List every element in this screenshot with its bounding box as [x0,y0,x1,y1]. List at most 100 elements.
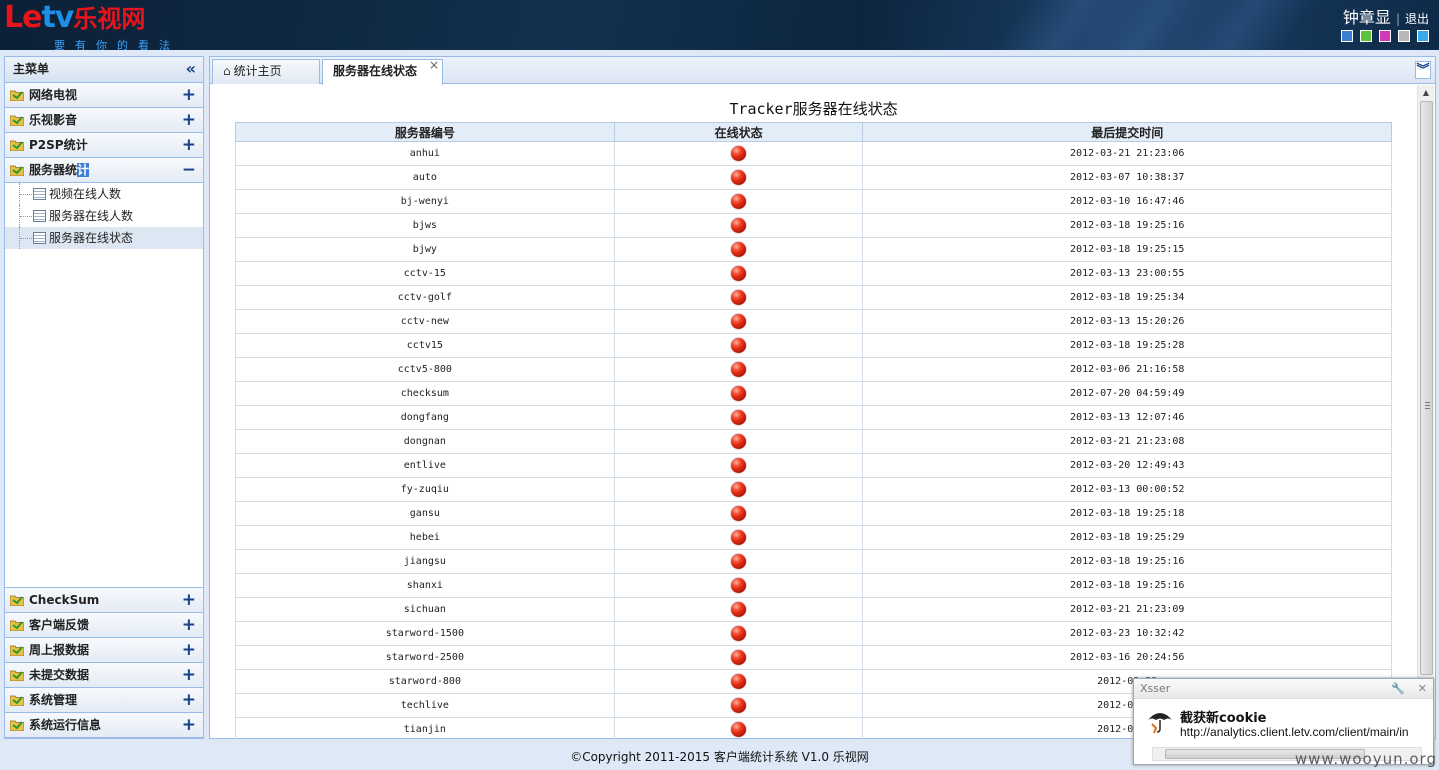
menu-group-server-stats[interactable]: 服务器统计 − [5,158,203,183]
theme-swatch[interactable] [1341,30,1353,42]
last-submit-time: 2012-03-10 16:47:46 [862,189,1392,214]
last-submit-time: 2012-03-18 19:25:29 [862,525,1392,550]
sidebar-sub-item[interactable]: 视频在线人数 [5,183,203,205]
expand-icon[interactable]: + [182,108,196,132]
sidebar-sub-item[interactable]: 服务器在线人数 [5,205,203,227]
app-header: Letv乐视网 要有你的看法 钟章显 | 退出 [0,0,1439,50]
expand-icon[interactable]: + [182,663,196,687]
menu-group[interactable]: 周上报数据 + [5,638,203,663]
last-submit-time: 2012-03-18 19:25:15 [862,237,1392,262]
status-cell [613,237,864,262]
menu-group[interactable]: 未提交数据 + [5,663,203,688]
popup-app-name: Xsser [1140,682,1171,695]
server-id: starword-1500 [235,621,615,646]
tab-home[interactable]: ⌂ 统计主页 [212,59,320,84]
expand-icon[interactable]: + [182,588,196,612]
server-id: gansu [235,501,615,526]
close-tab-icon[interactable]: × [429,54,439,76]
home-icon: ⌂ [223,64,231,78]
server-id: bjwy [235,237,615,262]
logout-link[interactable]: 退出 [1405,12,1429,26]
server-status-table: 服务器编号 在线状态 最后提交时间 anhui 2012-03-21 21:23:06… [235,122,1392,739]
last-submit-time: 2012-03-21 21:23:09 [862,597,1392,622]
menu-group[interactable]: 系统运行信息 + [5,713,203,738]
expand-icon[interactable]: + [182,713,196,737]
status-red-icon [731,386,747,401]
folder-icon [10,115,24,126]
status-cell [613,717,864,739]
expand-icon[interactable]: + [182,133,196,157]
close-icon[interactable]: ✕ [1418,679,1427,699]
server-id: starword-2500 [235,645,615,670]
table-row: starword-2500 2012-03-16 20:24:56 [235,645,1392,670]
scroll-up-icon[interactable]: ▲ [1418,85,1434,100]
expand-icon[interactable]: + [182,638,196,662]
menu-group[interactable]: P2SP统计 + [5,133,203,158]
vertical-scrollbar[interactable]: ▲ ▼ [1417,85,1434,739]
last-submit-time: 2012-03-18 19:25:18 [862,501,1392,526]
folder-icon [10,645,24,656]
table-row: auto 2012-03-07 10:38:37 [235,165,1392,190]
last-submit-time: 2012-03-06 21:16:58 [862,357,1392,382]
menu-group[interactable]: CheckSum + [5,588,203,613]
theme-swatch[interactable] [1398,30,1410,42]
status-cell [613,669,864,694]
table-row: starword-1500 2012-03-23 10:32:42 [235,621,1392,646]
status-red-icon [731,194,747,209]
user-name: 钟章显 [1342,8,1391,27]
popup-title: 截获新cookie [1180,711,1267,726]
theme-swatch[interactable] [1417,30,1429,42]
status-red-icon [731,218,747,233]
folder-icon [10,595,24,606]
server-id: fy-zuqiu [235,477,615,502]
status-red-icon [731,170,747,185]
last-submit-time: 2012-03-18 19:25:16 [862,573,1392,598]
tab-menu-chevron-icon[interactable]: ︾ [1415,61,1431,79]
server-id: cctv-new [235,309,615,334]
status-red-icon [731,482,747,497]
status-red-icon [731,698,747,713]
column-header: 服务器编号 [235,122,615,142]
last-submit-time: 2012-03-21 21:23:06 [862,141,1392,166]
collapse-icon[interactable]: − [182,158,196,182]
status-red-icon [731,650,747,665]
expand-icon[interactable]: + [182,83,196,107]
watermark: www.wooyun.org [1294,750,1437,768]
page-title: Tracker服务器在线状态 [729,100,898,118]
menu-group[interactable]: 网络电视 + [5,83,203,108]
status-cell [613,357,864,382]
table-row: cctv5-800 2012-03-06 21:16:58 [235,357,1392,382]
theme-swatch[interactable] [1379,30,1391,42]
sidebar-title: 主菜单 « [5,57,203,83]
table-row: dongnan 2012-03-21 21:23:08 [235,429,1392,454]
server-id: entlive [235,453,615,478]
letv-logo: Letv乐视网 要有你的看法 [4,2,170,51]
table-row: bjwy 2012-03-18 19:25:15 [235,237,1392,262]
table-row: checksum 2012-07-20 04:59:49 [235,381,1392,406]
server-id: dongfang [235,405,615,430]
menu-group[interactable]: 乐视影音 + [5,108,203,133]
sidebar-sub-item[interactable]: 服务器在线状态 [5,227,203,249]
theme-swatches [1341,30,1429,42]
status-red-icon [731,458,747,473]
last-submit-time: 2012-07-20 04:59:49 [862,381,1392,406]
last-submit-time: 2012-03-21 21:23:08 [862,429,1392,454]
wrench-icon[interactable]: 🔧 [1391,679,1405,699]
expand-icon[interactable]: + [182,613,196,637]
expand-icon[interactable]: + [182,688,196,712]
menu-group[interactable]: 客户端反馈 + [5,613,203,638]
last-submit-time: 2012-03-18 19:25:28 [862,333,1392,358]
popup-url: http://analytics.client.letv.com/client/… [1180,725,1409,739]
status-red-icon [731,602,747,617]
main-panel: ⌂ 统计主页 服务器在线状态 × ︾ Tracker服务器在线状态 服务器编号 在线… [209,56,1436,739]
table-row: cctv15 2012-03-18 19:25:28 [235,333,1392,358]
table-row: hebei 2012-03-18 19:25:29 [235,525,1392,550]
server-id: tianjin [235,717,615,739]
theme-swatch[interactable] [1360,30,1372,42]
menu-group[interactable]: 系统管理 + [5,688,203,713]
table-row: cctv-new 2012-03-13 15:20:26 [235,309,1392,334]
scroll-thumb[interactable] [1420,101,1433,675]
status-red-icon [731,314,747,329]
tab-server-status[interactable]: 服务器在线状态 × [322,58,443,85]
collapse-sidebar-icon[interactable]: « [186,57,196,81]
